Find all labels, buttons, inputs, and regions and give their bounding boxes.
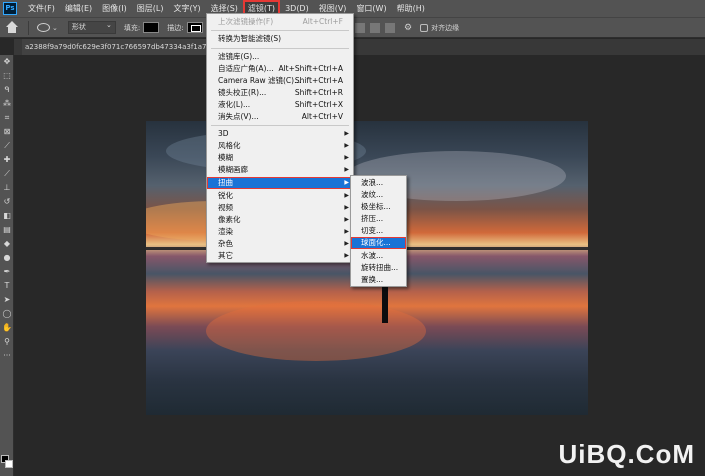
color-swatches[interactable] [1, 455, 13, 469]
submenu-item-polar-coordinates[interactable]: 极坐标... [351, 201, 406, 213]
path-alignment-button[interactable] [370, 23, 380, 33]
menu-help[interactable]: 帮助(H) [392, 0, 430, 17]
more-tools-icon[interactable]: ··· [0, 349, 14, 363]
menu-item-distort[interactable]: 扭曲 ▶ [207, 177, 353, 189]
menu-image[interactable]: 图像(I) [97, 0, 132, 17]
healing-brush-tool-icon[interactable]: ✚ [0, 153, 14, 167]
menu-window[interactable]: 窗口(W) [351, 0, 391, 17]
marquee-tool-icon[interactable]: ⬚ [0, 69, 14, 83]
menu-item-noise[interactable]: 杂色 ▶ [207, 238, 353, 250]
submenu-arrow-icon: ▶ [344, 192, 349, 199]
submenu-arrow-icon: ▶ [344, 179, 349, 186]
background-color[interactable] [5, 460, 13, 468]
menu-edit[interactable]: 编辑(E) [60, 0, 97, 17]
blur-tool-icon[interactable]: ◆ [0, 237, 14, 251]
image-figure [382, 283, 388, 323]
submenu-item-displace[interactable]: 置换... [351, 274, 406, 286]
menu-item-3d[interactable]: 3D ▶ [207, 128, 353, 140]
submenu-item-twirl[interactable]: 旋转扭曲... [351, 262, 406, 274]
hand-tool-icon[interactable]: ✋ [0, 321, 14, 335]
clone-stamp-tool-icon[interactable]: ⊥ [0, 181, 14, 195]
menu-item-render[interactable]: 渲染 ▶ [207, 226, 353, 238]
menu-item-last-filter[interactable]: 上次滤镜操作(F) Alt+Ctrl+F [207, 16, 353, 28]
document-tab-bar: a2388f9a79d0fc629e3f071c766597db47334a3f… [14, 39, 705, 55]
lasso-tool-icon[interactable]: ᑫ [0, 83, 14, 97]
path-selection-tool-icon[interactable]: ➤ [0, 293, 14, 307]
stroke-label: 描边: [167, 23, 184, 32]
tool-mode-select[interactable]: 形状 [67, 20, 116, 34]
brush-tool-icon[interactable]: ⟋ [0, 167, 14, 181]
photoshop-logo: Ps [3, 2, 17, 15]
eraser-tool-icon[interactable]: ◧ [0, 209, 14, 223]
submenu-item-spherize[interactable]: 球面化... [351, 237, 406, 249]
submenu-arrow-icon: ▶ [344, 228, 349, 235]
distort-submenu: 波浪... 波纹... 极坐标... 挤压... 切变... 球面化... 水波… [350, 175, 407, 287]
submenu-arrow-icon: ▶ [344, 166, 349, 173]
home-icon[interactable] [4, 20, 20, 35]
menu-item-liquify[interactable]: 液化(L)... Shift+Ctrl+X [207, 99, 353, 111]
path-arrangement-button[interactable] [385, 23, 395, 33]
submenu-item-shear[interactable]: 切变... [351, 225, 406, 237]
ellipse-tool-icon[interactable] [37, 23, 50, 32]
submenu-item-pinch[interactable]: 挤压... [351, 213, 406, 225]
menu-item-vanishing-point[interactable]: 消失点(V)... Alt+Ctrl+V [207, 111, 353, 123]
submenu-item-wave[interactable]: 波浪... [351, 177, 406, 189]
menu-separator [211, 48, 349, 49]
menu-item-camera-raw[interactable]: Camera Raw 滤镜(C)... Shift+Ctrl+A [207, 75, 353, 87]
menu-type[interactable]: 文字(Y) [168, 0, 205, 17]
submenu-arrow-icon: ▶ [344, 154, 349, 161]
menu-item-filter-gallery[interactable]: 滤镜库(G)... [207, 51, 353, 63]
crop-tool-icon[interactable]: ⌗ [0, 111, 14, 125]
magic-wand-tool-icon[interactable]: ⁂ [0, 97, 14, 111]
menu-item-adaptive-wide-angle[interactable]: 自适应广角(A)... Alt+Shift+Ctrl+A [207, 63, 353, 75]
submenu-item-zigzag[interactable]: 水波... [351, 250, 406, 262]
gear-icon[interactable]: ⚙ [404, 23, 412, 33]
menu-item-sharpen[interactable]: 锐化 ▶ [207, 190, 353, 202]
menu-separator [211, 30, 349, 31]
chevron-down-icon[interactable]: ⌄ [52, 24, 58, 32]
fill-label: 填充: [123, 23, 141, 32]
menu-item-blur[interactable]: 模糊 ▶ [207, 152, 353, 164]
menu-item-pixelate[interactable]: 像素化 ▶ [207, 214, 353, 226]
submenu-arrow-icon: ▶ [344, 216, 349, 223]
gradient-tool-icon[interactable]: ▤ [0, 223, 14, 237]
frame-tool-icon[interactable]: ⊠ [0, 125, 14, 139]
type-tool-icon[interactable]: T [0, 279, 14, 293]
align-edges-checkbox[interactable] [420, 24, 429, 32]
submenu-arrow-icon: ▶ [344, 252, 349, 259]
submenu-arrow-icon: ▶ [344, 142, 349, 149]
fill-color-swatch[interactable] [143, 22, 160, 33]
menu-item-video[interactable]: 视频 ▶ [207, 202, 353, 214]
align-edges-label: 对齐边缘 [431, 24, 460, 32]
submenu-arrow-icon: ▶ [344, 130, 349, 137]
history-brush-tool-icon[interactable]: ↺ [0, 195, 14, 209]
tools-panel: ✥ ⬚ ᑫ ⁂ ⌗ ⊠ ⟋ ✚ ⟋ ⊥ ↺ ◧ ▤ ◆ ● ✒ T ➤ ◯ ✋ … [0, 55, 14, 476]
divider [28, 20, 29, 35]
menu-item-blur-gallery[interactable]: 模糊画廊 ▶ [207, 164, 353, 176]
site-watermark: UiBQ.CoM [558, 439, 695, 469]
menu-file[interactable]: 文件(F) [23, 0, 60, 17]
menu-separator [211, 125, 349, 126]
menu-item-stylize[interactable]: 风格化 ▶ [207, 140, 353, 152]
ellipse-tool-icon[interactable]: ◯ [0, 307, 14, 321]
move-tool-icon[interactable]: ✥ [0, 55, 14, 69]
eyedropper-tool-icon[interactable]: ⟋ [0, 139, 14, 153]
filter-dropdown-menu: 上次滤镜操作(F) Alt+Ctrl+F 转换为智能滤镜(S) 滤镜库(G)..… [206, 13, 354, 263]
menu-item-convert-smart-filter[interactable]: 转换为智能滤镜(S) [207, 33, 353, 45]
dodge-tool-icon[interactable]: ● [0, 251, 14, 265]
submenu-arrow-icon: ▶ [344, 204, 349, 211]
stroke-color-swatch[interactable] [186, 22, 203, 33]
submenu-arrow-icon: ▶ [344, 240, 349, 247]
submenu-item-ripple[interactable]: 波纹... [351, 189, 406, 201]
pen-tool-icon[interactable]: ✒ [0, 265, 14, 279]
menu-item-lens-correction[interactable]: 镜头校正(R)... Shift+Ctrl+R [207, 87, 353, 99]
image-reflection [206, 301, 426, 361]
document-tab[interactable]: a2388f9a79d0fc629e3f071c766597db47334a3f… [22, 39, 208, 55]
path-operations-button[interactable] [355, 23, 365, 33]
path-options: ⚙ 对齐边缘 [355, 21, 459, 35]
menu-item-other[interactable]: 其它 ▶ [207, 250, 353, 262]
zoom-tool-icon[interactable]: ⚲ [0, 335, 14, 349]
menu-layer[interactable]: 图层(L) [132, 0, 169, 17]
